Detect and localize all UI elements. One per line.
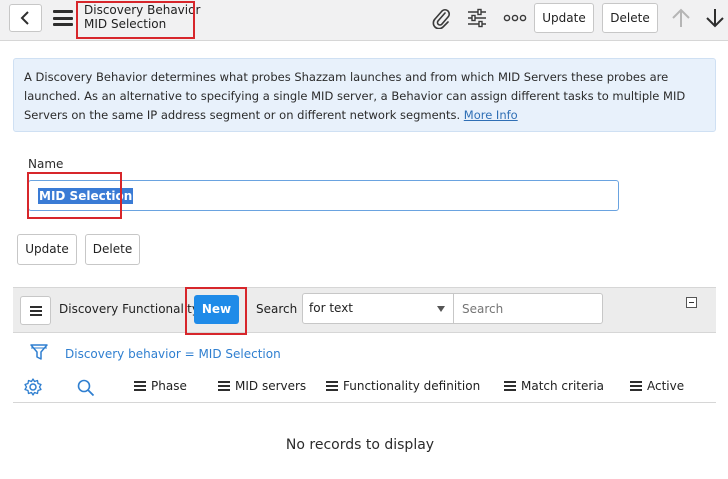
back-button[interactable]	[9, 4, 42, 32]
paperclip-icon[interactable]	[430, 7, 452, 29]
info-text: A Discovery Behavior determines what pro…	[24, 70, 686, 122]
header-delete-button[interactable]: Delete	[602, 3, 658, 33]
column-mid-servers[interactable]: MID servers	[218, 379, 306, 393]
name-highlight-box	[27, 172, 122, 219]
column-match-criteria[interactable]: Match criteria	[504, 379, 604, 393]
filter-icon[interactable]	[29, 342, 49, 362]
header-divider	[13, 402, 716, 403]
related-list-title: Discovery Functionality	[59, 302, 199, 316]
search-label: Search	[256, 302, 298, 316]
column-label: MID servers	[235, 379, 307, 393]
column-menu-icon	[630, 381, 642, 391]
column-menu-icon	[326, 381, 338, 391]
more-options-icon[interactable]	[503, 13, 527, 23]
column-phase[interactable]: Phase	[134, 379, 187, 393]
next-record-icon[interactable]	[704, 7, 726, 29]
list-menu-icon[interactable]	[20, 296, 51, 325]
search-icon[interactable]	[76, 378, 96, 398]
info-message: A Discovery Behavior determines what pro…	[13, 58, 716, 132]
column-label: Phase	[151, 379, 187, 393]
chevron-left-icon	[20, 11, 29, 25]
update-button[interactable]: Update	[17, 234, 77, 265]
column-menu-icon	[218, 381, 230, 391]
search-input[interactable]	[453, 293, 603, 324]
caret-down-icon	[437, 306, 445, 312]
column-functionality-definition[interactable]: Functionality definition	[326, 379, 480, 393]
search-field-value: for text	[309, 301, 353, 315]
column-label: Functionality definition	[343, 379, 481, 393]
search-field-select[interactable]: for text	[302, 293, 454, 324]
column-active[interactable]: Active	[630, 379, 684, 393]
new-highlight-box	[185, 287, 247, 335]
menu-icon[interactable]	[53, 10, 73, 26]
settings-sliders-icon[interactable]	[466, 8, 488, 28]
more-info-link[interactable]: More Info	[464, 108, 518, 122]
previous-record-icon[interactable]	[670, 7, 692, 29]
column-label: Active	[647, 379, 685, 393]
delete-button[interactable]: Delete	[85, 234, 140, 265]
header-update-button[interactable]: Update	[534, 3, 594, 33]
name-label: Name	[28, 157, 64, 171]
column-menu-icon	[134, 381, 146, 391]
gear-icon[interactable]	[23, 377, 43, 397]
title-highlight-box	[76, 1, 195, 39]
column-menu-icon	[504, 381, 516, 391]
empty-state-message: No records to display	[285, 437, 435, 453]
collapse-icon[interactable]	[686, 297, 697, 308]
column-label: Match criteria	[521, 379, 605, 393]
filter-breadcrumb[interactable]: Discovery behavior = MID Selection	[65, 347, 281, 361]
